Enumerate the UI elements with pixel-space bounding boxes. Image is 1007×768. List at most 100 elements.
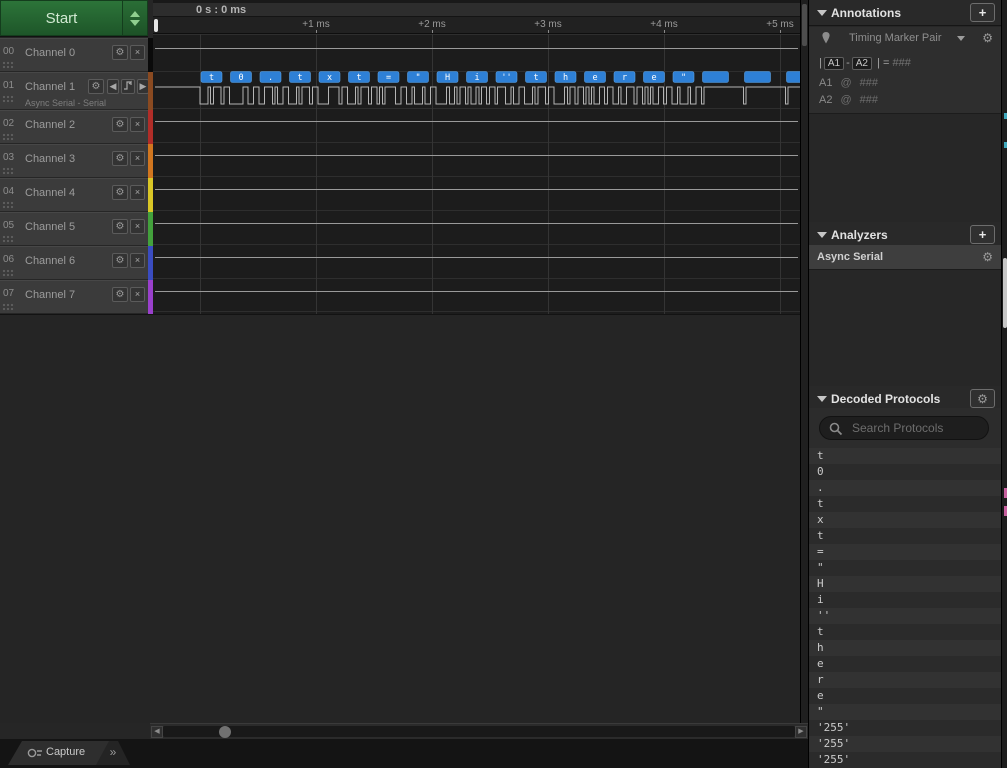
decoded-protocol-item[interactable]: " [809,560,1001,576]
timing-marker-pair-row[interactable]: Timing Marker Pair ⚙ [809,27,1001,50]
channel-settings-gear-icon[interactable]: ⚙ [112,151,128,166]
decode-bubble-label: x [327,73,332,83]
channel-row-05[interactable]: 05Channel 5⚙× [0,212,148,245]
vertical-scroll-thumb-main[interactable] [802,4,807,46]
collapse-arrow-icon[interactable] [817,396,827,402]
channel-settings-gear-icon[interactable]: ⚙ [112,117,128,132]
channel-close-icon[interactable]: × [130,287,145,302]
marker-pin-icon [821,31,831,45]
channel-settings-gear-icon[interactable]: ⚙ [112,253,128,268]
marker-dropdown-icon[interactable] [957,36,965,41]
add-analyzer-button[interactable]: + [970,225,995,244]
analyzer-item-async-serial[interactable]: Async Serial ⚙ [809,245,1001,270]
decoded-protocol-item[interactable]: H [809,576,1001,592]
decode-bubble-label: t [209,73,214,83]
marker-a2-chip[interactable]: A2 [852,57,872,70]
channel-settings-gear-icon[interactable]: ⚙ [112,185,128,200]
channel-row-03[interactable]: 03Channel 3⚙× [0,144,148,177]
prev-frame-button[interactable]: ◀ [107,79,119,94]
collapse-arrow-icon[interactable] [817,232,827,238]
decoded-protocol-item[interactable]: = [809,544,1001,560]
channel-close-icon[interactable]: × [130,117,145,132]
channel-close-icon[interactable]: × [130,219,145,234]
decoded-protocol-item[interactable]: '255' [809,720,1001,736]
channel-row-02[interactable]: 02Channel 2⚙× [0,110,148,143]
trigger-edge-button[interactable] [121,79,135,94]
decoded-protocol-item[interactable]: i [809,592,1001,608]
search-protocols-input[interactable] [850,419,982,437]
horizontal-scroll-thumb[interactable] [219,726,231,738]
search-icon [829,422,843,436]
channel-drag-grip-icon[interactable] [2,303,15,312]
marker-a2-row: A2@### [819,94,878,106]
channel-sidebar: Start 00Channel 0⚙×01Channel 1Async Seri… [0,0,153,314]
start-options-toggle[interactable] [122,0,148,36]
decode-bubble-label: " [415,73,420,83]
channel-row-00[interactable]: 00Channel 0⚙× [0,38,148,71]
scroll-left-arrow[interactable]: ◀ [151,726,163,738]
decoded-protocol-item[interactable]: t [809,448,1001,464]
vertical-scrollbar-main[interactable] [800,0,808,723]
marker-a1-chip[interactable]: A1 [824,57,844,70]
decoded-protocol-item[interactable]: '255' [809,752,1001,768]
decoded-protocol-item[interactable]: t [809,496,1001,512]
channel-settings-gear-icon[interactable]: ⚙ [112,219,128,234]
horizontal-scrollbar[interactable]: ◀ ▶ [150,723,808,739]
analyzer-name: Async Serial [817,251,883,263]
vertical-scroll-thumb-panel[interactable] [1003,258,1007,328]
channel-drag-grip-icon[interactable] [2,61,15,70]
waveform-canvas[interactable]: t0.txt="Hi''there" [153,34,800,314]
channel-row-01[interactable]: 01Channel 1Async Serial - Serial⚙◀▶ [0,72,148,109]
decoded-protocol-item[interactable]: . [809,480,1001,496]
channel-settings-gear-icon[interactable]: ⚙ [112,287,128,302]
add-annotation-button[interactable]: + [970,3,995,22]
waveform-svg: t0.txt="Hi''there" [153,34,800,314]
a1-value: ### [860,77,878,89]
channel-settings-gear-icon[interactable]: ⚙ [112,45,128,60]
channel-row-07[interactable]: 07Channel 7⚙× [0,280,148,313]
decoded-protocol-item[interactable]: 0 [809,464,1001,480]
decoded-protocol-item[interactable]: " [809,704,1001,720]
start-button[interactable]: Start [0,0,122,36]
channel-close-icon[interactable]: × [130,45,145,60]
channel-close-icon[interactable]: × [130,151,145,166]
marker-settings-gear-icon[interactable]: ⚙ [982,31,993,45]
channel-row-06[interactable]: 06Channel 6⚙× [0,246,148,279]
a2-label: A2 [819,94,832,106]
protocol-search-area [809,408,1001,448]
channel-drag-grip-icon[interactable] [2,201,15,210]
channel-close-icon[interactable]: × [130,185,145,200]
decode-bubble[interactable] [745,72,771,83]
analyzer-settings-gear-icon[interactable]: ⚙ [982,250,993,264]
decoded-protocol-item[interactable]: r [809,672,1001,688]
decoded-protocol-item[interactable]: '255' [809,736,1001,752]
decoded-protocol-item[interactable]: h [809,640,1001,656]
channel-name: Channel 4 [25,187,75,199]
collapse-arrow-icon[interactable] [817,10,827,16]
channel-close-icon[interactable]: × [130,253,145,268]
decoded-protocol-item[interactable]: t [809,624,1001,640]
decode-bubble[interactable] [787,72,801,83]
decoded-protocols-settings-button[interactable]: ⚙ [970,389,995,408]
horizontal-scroll-track[interactable] [163,726,795,737]
timeline-origin-label: 0 s : 0 ms [196,4,246,16]
scroll-right-arrow[interactable]: ▶ [795,726,807,738]
channel-row-04[interactable]: 04Channel 4⚙× [0,178,148,211]
decoded-protocol-item[interactable]: e [809,688,1001,704]
channel-name: Channel 0 [25,47,75,59]
decoded-protocol-item[interactable]: x [809,512,1001,528]
decoded-protocol-item[interactable]: '' [809,608,1001,624]
channel-drag-grip-icon[interactable] [2,167,15,176]
channel-settings-gear-icon[interactable]: ⚙ [88,79,104,94]
decode-bubble[interactable] [703,72,729,83]
decoded-protocol-item[interactable]: t [809,528,1001,544]
protocol-search-box[interactable] [819,416,989,440]
channel-drag-grip-icon[interactable] [2,95,15,104]
timeline-tick-row[interactable]: +1 ms+2 ms+3 ms+4 ms+5 ms [153,17,800,34]
channel-drag-grip-icon[interactable] [2,133,15,142]
decoded-protocol-item[interactable]: e [809,656,1001,672]
channel-drag-grip-icon[interactable] [2,269,15,278]
timeline-position-marker[interactable] [154,19,158,32]
channel-drag-grip-icon[interactable] [2,235,15,244]
vertical-scrollbar-panel[interactable] [1001,0,1007,768]
